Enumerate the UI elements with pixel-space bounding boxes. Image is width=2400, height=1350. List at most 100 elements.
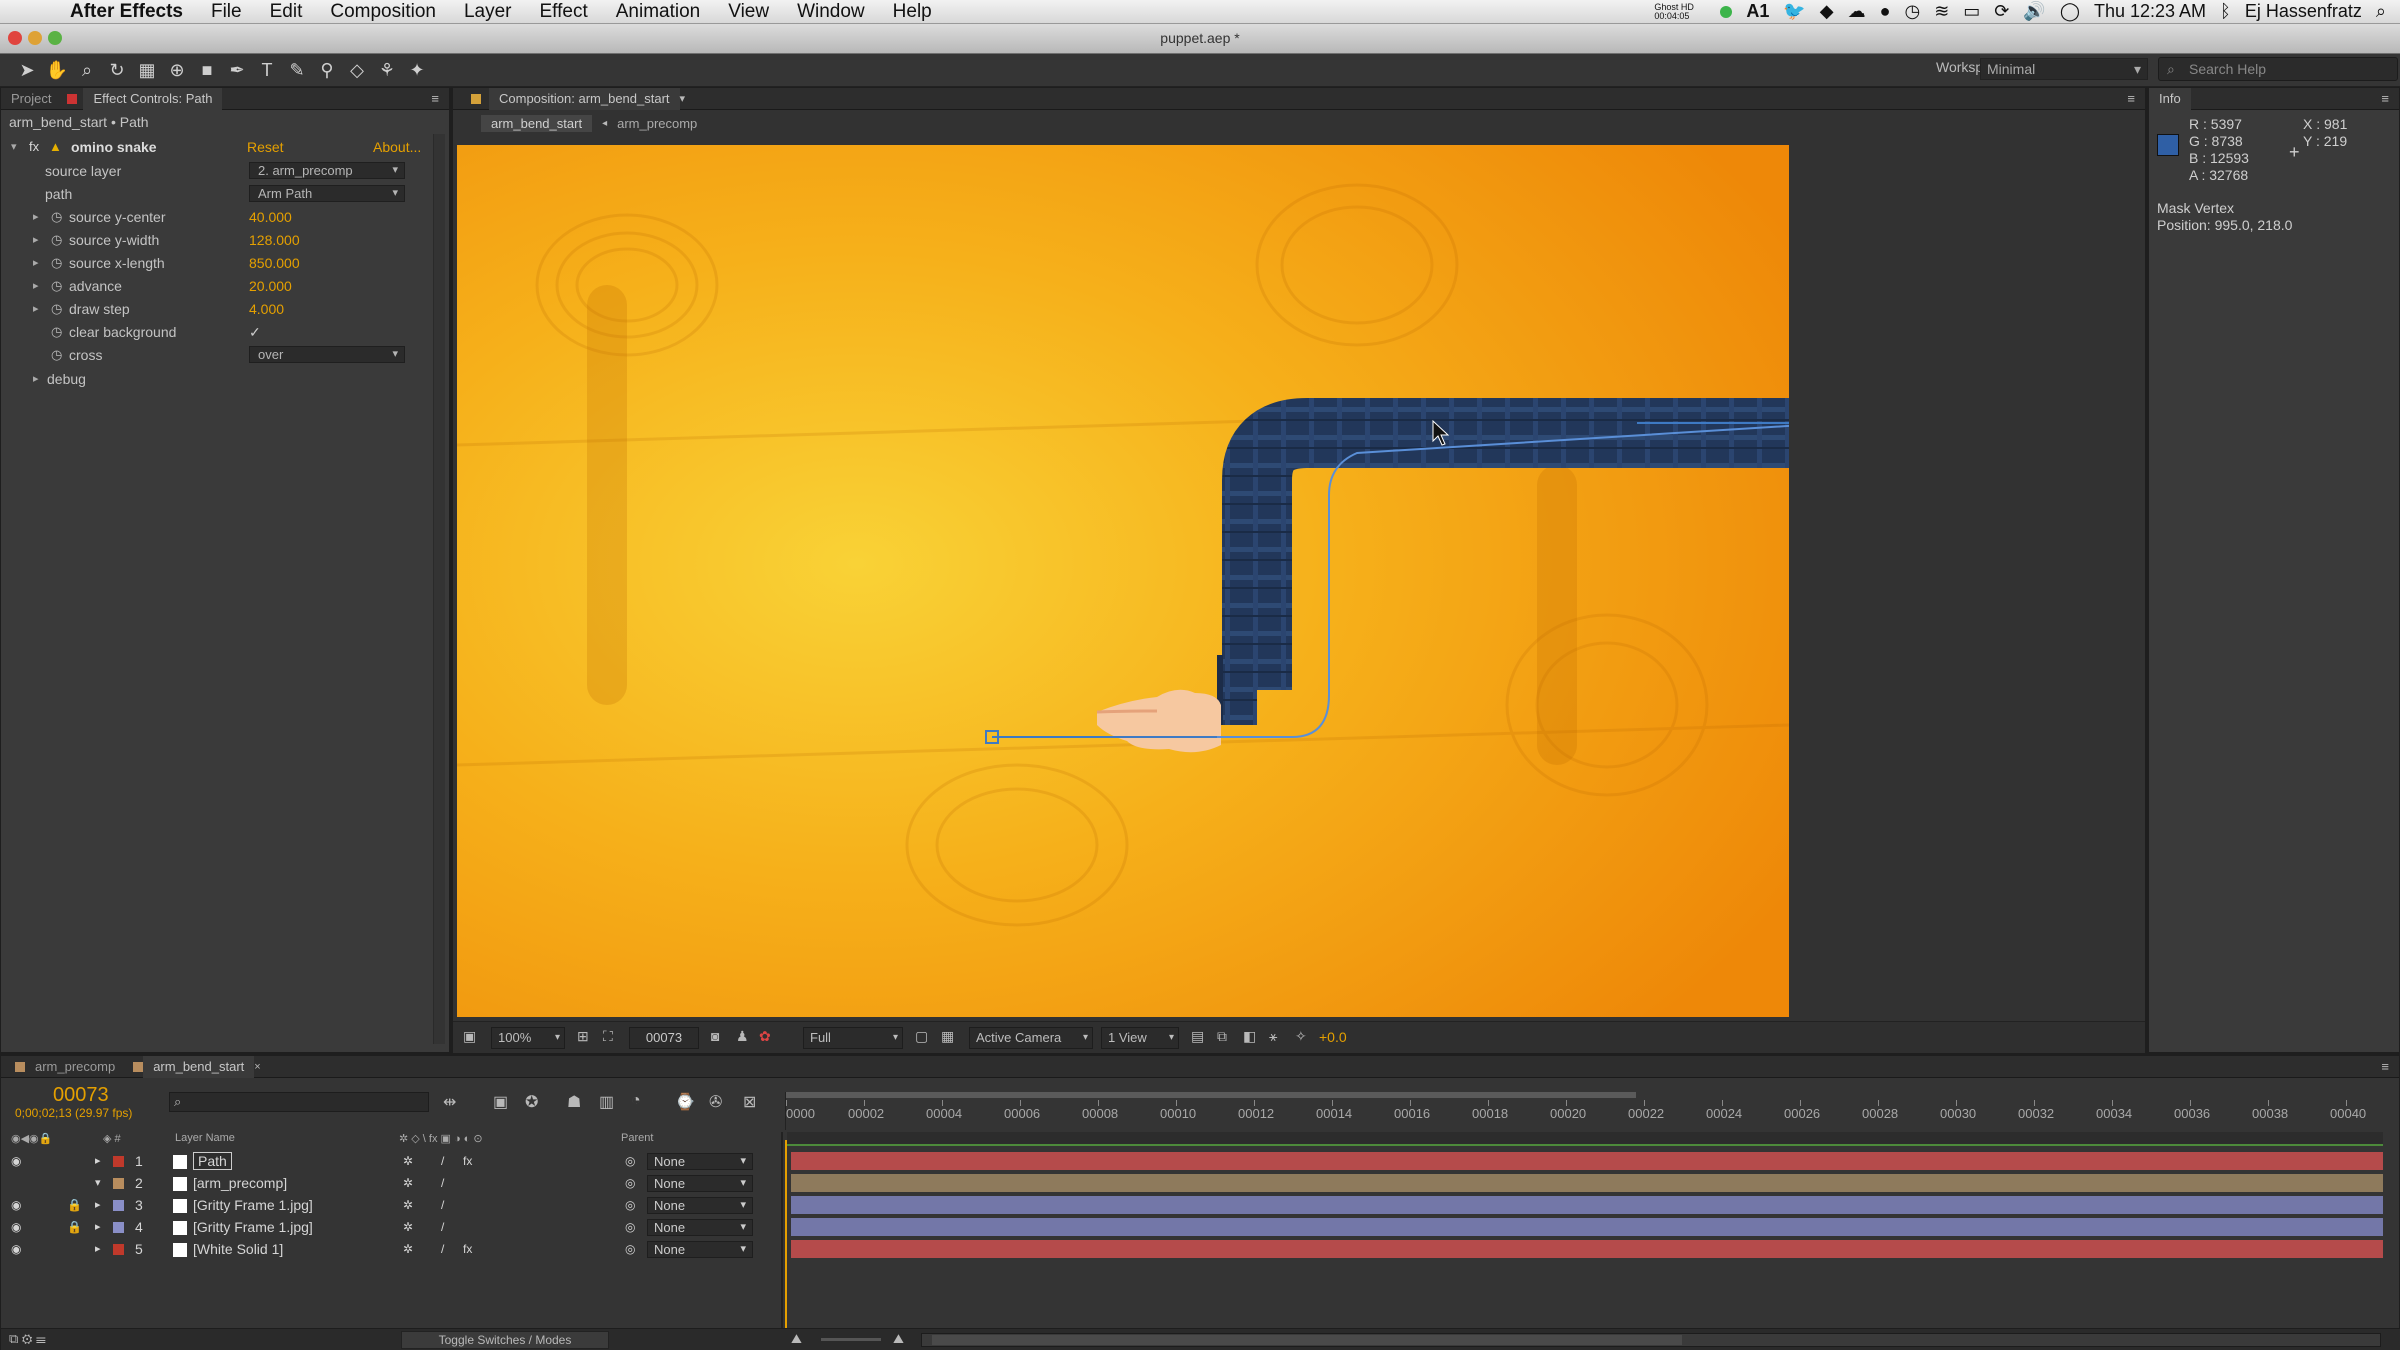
- lock-icon[interactable]: 🔒: [67, 1195, 82, 1216]
- pick-whip-icon[interactable]: ◎: [625, 1195, 635, 1216]
- work-area-bar[interactable]: [786, 1092, 1636, 1098]
- twitter-icon[interactable]: 🐦: [1783, 1, 1805, 22]
- parent-dropdown[interactable]: None: [647, 1219, 753, 1236]
- volume-icon[interactable]: 🔊: [2023, 1, 2045, 22]
- zoom-window-icon[interactable]: [48, 31, 62, 45]
- layer-row[interactable]: ◉ 🔒 ▸ 3 [Gritty Frame 1.jpg] ✲ / ◎ None: [1, 1195, 781, 1216]
- sync-icon[interactable]: ⟳: [1994, 1, 2009, 22]
- twirl-closed-icon[interactable]: ▾: [95, 1173, 101, 1194]
- toggle-switches-button[interactable]: Toggle Switches / Modes: [401, 1331, 609, 1349]
- layer-name[interactable]: [White Solid 1]: [193, 1239, 283, 1260]
- parent-dropdown[interactable]: None: [647, 1241, 753, 1258]
- label-color-icon[interactable]: [113, 1222, 124, 1233]
- motion-blur-icon[interactable]: ◔: [631, 1092, 641, 1110]
- snapshot-icon[interactable]: ◙: [711, 1028, 719, 1044]
- clone-tool-icon[interactable]: ⚲: [314, 58, 340, 82]
- ghost-status[interactable]: Ghost HD 00:04:05: [1654, 2, 1706, 21]
- layer-duration-bar[interactable]: [791, 1196, 2383, 1214]
- layer-row[interactable]: ◉ ▸ 5 [White Solid 1] ✲ / fx ◎ None: [1, 1239, 781, 1260]
- menu-view[interactable]: View: [714, 1, 783, 23]
- frame-blending-icon[interactable]: ▥: [599, 1092, 614, 1112]
- layer-duration-bar[interactable]: [791, 1240, 2383, 1258]
- dropbox-icon[interactable]: ◆: [1820, 1, 1834, 22]
- camera-tool-icon[interactable]: ▦: [134, 58, 160, 82]
- flowchart-icon[interactable]: ⚹: [1269, 1028, 1277, 1045]
- layer-duration-bar[interactable]: [791, 1174, 2383, 1192]
- layer-duration-bar[interactable]: [791, 1152, 2383, 1170]
- label-color-icon[interactable]: [113, 1244, 124, 1255]
- twirl-closed-icon[interactable]: ▸: [33, 229, 39, 251]
- reset-exposure-icon[interactable]: ✧: [1295, 1028, 1307, 1045]
- twirl-closed-icon[interactable]: ▸: [33, 206, 39, 228]
- label-color-icon[interactable]: [113, 1178, 124, 1189]
- speech-bubble-icon[interactable]: ◯: [2060, 1, 2080, 22]
- info-panel-menu-icon[interactable]: ≡: [2381, 91, 2399, 106]
- quality-switch-icon[interactable]: /: [441, 1239, 444, 1260]
- stopwatch-icon[interactable]: ◷: [51, 252, 62, 274]
- reset-link[interactable]: Reset: [247, 136, 284, 158]
- menu-layer[interactable]: Layer: [450, 1, 526, 23]
- roto-brush-tool-icon[interactable]: ⚘: [374, 58, 400, 82]
- comp-mini-flowchart-icon[interactable]: ⇹: [443, 1092, 456, 1112]
- scrollbar-thumb[interactable]: [932, 1335, 1682, 1345]
- close-window-icon[interactable]: [8, 31, 22, 45]
- quality-switch-icon[interactable]: /: [441, 1195, 444, 1216]
- fx-toggle-icon[interactable]: fx: [29, 136, 39, 158]
- bluetooth-icon[interactable]: ᛒ: [2220, 1, 2231, 22]
- close-tab-icon[interactable]: ×: [254, 1061, 260, 1073]
- layer-row[interactable]: ▾ 2 [arm_precomp] ✲ / ◎ None: [1, 1173, 781, 1194]
- brainstorm-icon[interactable]: ✇: [709, 1092, 722, 1112]
- pick-whip-icon[interactable]: ◎: [625, 1239, 635, 1260]
- parent-dropdown[interactable]: None: [647, 1153, 753, 1170]
- type-tool-icon[interactable]: T: [254, 58, 280, 82]
- workspace-select[interactable]: Minimal ▾: [1980, 58, 2148, 80]
- lock-icon[interactable]: 🔒: [67, 1217, 82, 1238]
- layer-search-input[interactable]: ⌕: [169, 1092, 429, 1112]
- composition-canvas[interactable]: [457, 145, 1789, 1017]
- transparency-grid-icon[interactable]: ▦: [941, 1028, 954, 1045]
- parent-header[interactable]: Parent: [621, 1132, 653, 1144]
- layer-name[interactable]: [Gritty Frame 1.jpg]: [193, 1217, 313, 1238]
- twirl-closed-icon[interactable]: ▸: [95, 1239, 101, 1260]
- wifi-icon[interactable]: ≋: [1934, 1, 1949, 22]
- stopwatch-icon[interactable]: ◷: [51, 229, 62, 251]
- auto-keyframe-icon[interactable]: ⊠: [743, 1092, 756, 1112]
- shy-switch-icon[interactable]: ✲: [403, 1217, 413, 1238]
- region-of-interest-icon[interactable]: ▢: [915, 1028, 928, 1045]
- twirl-closed-icon[interactable]: ▸: [95, 1217, 101, 1238]
- quality-switch-icon[interactable]: /: [441, 1151, 444, 1172]
- stopwatch-icon[interactable]: ◷: [51, 298, 62, 320]
- quality-switch-icon[interactable]: /: [441, 1173, 444, 1194]
- tab-composition[interactable]: Composition: arm_bend_start: [489, 87, 680, 110]
- crumb-arm-bend-start[interactable]: arm_bend_start: [481, 114, 593, 132]
- camera-select[interactable]: Active Camera ▾: [969, 1027, 1093, 1049]
- puppet-tool-icon[interactable]: ✦: [404, 58, 430, 82]
- eraser-tool-icon[interactable]: ◇: [344, 58, 370, 82]
- panel-menu-icon[interactable]: ≡: [431, 91, 449, 106]
- timeline-zoom-slider[interactable]: [821, 1338, 881, 1341]
- green-dot-icon[interactable]: [1720, 5, 1733, 18]
- graph-editor-icon[interactable]: ⌚: [675, 1092, 695, 1112]
- layer-name[interactable]: [Gritty Frame 1.jpg]: [193, 1195, 313, 1216]
- clock-text[interactable]: Thu 12:23 AM: [2094, 1, 2206, 22]
- twirl-closed-icon[interactable]: ▸: [33, 252, 39, 274]
- parent-dropdown[interactable]: None: [647, 1175, 753, 1192]
- search-help-input[interactable]: ⌕ Search Help: [2158, 57, 2398, 81]
- pan-behind-tool-icon[interactable]: ⊕: [164, 58, 190, 82]
- current-frame-field[interactable]: 00073: [629, 1027, 699, 1049]
- hand-tool-icon[interactable]: ✋: [44, 58, 70, 82]
- pick-whip-icon[interactable]: ◎: [625, 1151, 635, 1172]
- parent-dropdown[interactable]: None: [647, 1197, 753, 1214]
- tab-arm-precomp[interactable]: arm_precomp: [25, 1056, 125, 1078]
- layer-name[interactable]: [arm_precomp]: [193, 1173, 287, 1194]
- about-link[interactable]: About...: [373, 136, 421, 158]
- zoom-out-icon[interactable]: ⛰: [791, 1331, 802, 1347]
- eye-icon[interactable]: ◉: [11, 1239, 21, 1260]
- twirl-open-icon[interactable]: ▾: [11, 136, 17, 158]
- prop-value[interactable]: 20.000: [249, 275, 292, 297]
- layer-row[interactable]: ◉ ▸ 1 Path ✲ / fx ◎ None: [1, 1151, 781, 1172]
- layer-row[interactable]: ◉ 🔒 ▸ 4 [Gritty Frame 1.jpg] ✲ / ◎ None: [1, 1217, 781, 1238]
- label-color-icon[interactable]: [113, 1156, 124, 1167]
- timeline-horizontal-scrollbar[interactable]: [921, 1333, 2381, 1347]
- fx-switch[interactable]: fx: [463, 1151, 472, 1172]
